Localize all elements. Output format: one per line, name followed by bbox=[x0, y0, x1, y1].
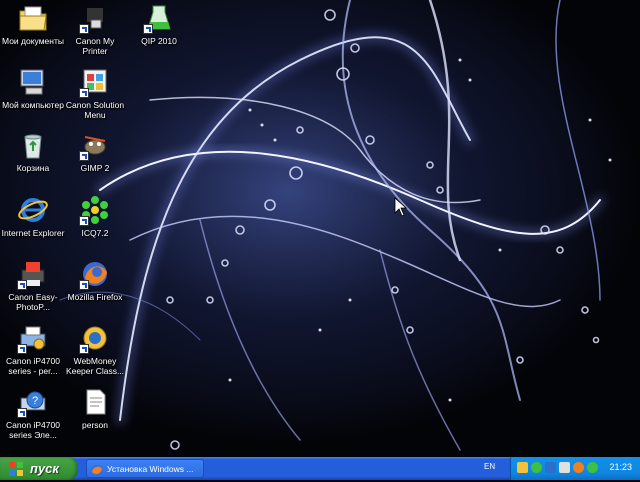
desktop-icon-internet-explorer[interactable]: Internet Explorer bbox=[0, 194, 66, 238]
desktop-icon-label: person bbox=[82, 420, 108, 430]
taskbar-button-windows-setup[interactable]: Установка Windows ... bbox=[86, 459, 204, 478]
desktop-icon-label: Canon Solution Menu bbox=[65, 100, 125, 120]
tray-icon[interactable] bbox=[517, 462, 528, 473]
desktop-icon-gimp[interactable]: GIMP 2 bbox=[62, 129, 128, 173]
gimp-icon bbox=[79, 129, 111, 161]
desktop-icon-label: Корзина bbox=[16, 163, 50, 173]
desktop-icon-canon-my-printer[interactable]: Canon My Printer bbox=[62, 2, 128, 56]
desktop-icon-person[interactable]: person bbox=[62, 386, 128, 430]
canon-solution-menu-icon bbox=[79, 66, 111, 98]
my-documents-icon bbox=[17, 2, 49, 34]
icq-tray-icon[interactable] bbox=[531, 462, 542, 473]
desktop-icon-label: Мой компьютер bbox=[2, 100, 64, 110]
windows-logo-icon bbox=[8, 461, 24, 477]
start-label: пуск bbox=[30, 461, 59, 476]
desktop-icon-label: Mozilla Firefox bbox=[67, 292, 123, 302]
taskbar: пуск Установка Windows ... EN 21:23 bbox=[0, 457, 640, 480]
svg-text:?: ? bbox=[32, 395, 38, 407]
system-tray: 21:23 bbox=[510, 457, 640, 480]
volume-tray-icon[interactable] bbox=[559, 462, 570, 473]
desktop-icon-label: Internet Explorer bbox=[1, 228, 65, 238]
desktop-icon-label: QIP 2010 bbox=[141, 36, 177, 46]
desktop-icon-my-documents[interactable]: Мои документы bbox=[0, 2, 66, 46]
desktop-icon-canon-solution-menu[interactable]: Canon Solution Menu bbox=[62, 66, 128, 120]
update-tray-icon[interactable] bbox=[587, 462, 598, 473]
taskbar-button-label: Установка Windows ... bbox=[107, 463, 194, 474]
document-icon bbox=[79, 386, 111, 418]
firefox-icon bbox=[91, 463, 103, 475]
network-tray-icon[interactable] bbox=[545, 462, 556, 473]
desktop-icon-label: WebMoney Keeper Class... bbox=[65, 356, 125, 376]
start-button[interactable]: пуск bbox=[0, 457, 78, 480]
desktop-icon-label: Canon iP4700 series - per... bbox=[6, 356, 60, 376]
desktop-icon-canon-ip4700-preferences[interactable]: Canon iP4700 series - per... bbox=[0, 322, 66, 376]
desktop-icon-label: Мои документы bbox=[2, 36, 64, 46]
canon-easy-photoprint-icon bbox=[17, 258, 49, 290]
desktop-icon-qip[interactable]: QIP 2010 bbox=[126, 2, 192, 46]
printer-icon bbox=[17, 322, 49, 354]
desktop-icon-canon-ip4700-manual[interactable]: ? Canon iP4700 series Эле... bbox=[0, 386, 66, 440]
my-computer-icon bbox=[17, 66, 49, 98]
desktop-icon-label: Canon My Printer bbox=[75, 36, 115, 56]
icq-icon bbox=[79, 194, 111, 226]
desktop-icon-recycle-bin[interactable]: Корзина bbox=[0, 129, 66, 173]
desktop-icon-icq[interactable]: ICQ7.2 bbox=[62, 194, 128, 238]
desktop-icon-my-computer[interactable]: Мой компьютер bbox=[0, 66, 66, 110]
recycle-bin-icon bbox=[17, 129, 49, 161]
desktop-icon-webmoney[interactable]: WebMoney Keeper Class... bbox=[62, 322, 128, 376]
desktop-icon-label: GIMP 2 bbox=[80, 163, 110, 173]
clock[interactable]: 21:23 bbox=[609, 462, 632, 472]
qip-icon bbox=[143, 2, 175, 34]
printer-help-icon: ? bbox=[17, 386, 49, 418]
internet-explorer-icon bbox=[17, 194, 49, 226]
desktop-icon-label: ICQ7.2 bbox=[81, 228, 109, 238]
desktop-icon-label: Canon Easy-PhotoP... bbox=[8, 292, 58, 312]
language-indicator[interactable]: EN bbox=[484, 462, 495, 471]
firefox-icon bbox=[79, 258, 111, 290]
canon-my-printer-icon bbox=[79, 2, 111, 34]
desktop-icon-canon-easy-photoprint[interactable]: Canon Easy-PhotoP... bbox=[0, 258, 66, 312]
webmoney-icon bbox=[79, 322, 111, 354]
antivirus-tray-icon[interactable] bbox=[573, 462, 584, 473]
desktop-icon-firefox[interactable]: Mozilla Firefox bbox=[62, 258, 128, 302]
desktop-icon-label: Canon iP4700 series Эле... bbox=[6, 420, 60, 440]
